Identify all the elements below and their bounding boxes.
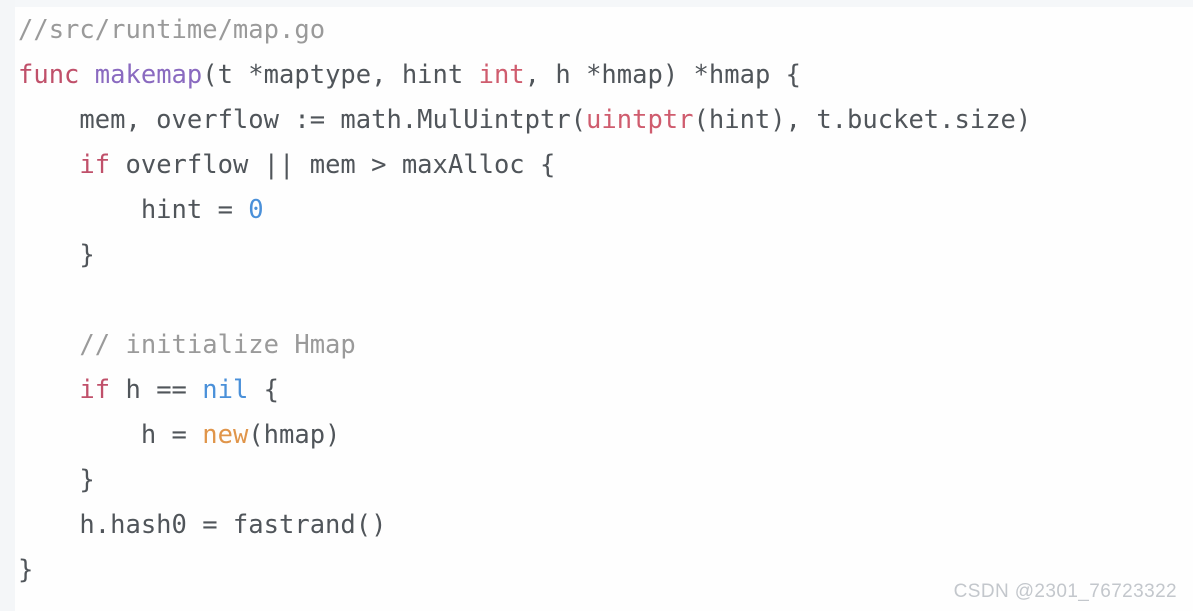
code-token-plain: , h *hmap) *hmap { bbox=[524, 60, 801, 90]
code-line: h.hash0 = fastrand() bbox=[18, 503, 1193, 548]
code-token-builtin: new bbox=[202, 420, 249, 450]
code-line: // initialize Hmap bbox=[18, 323, 1193, 368]
code-line: hint = 0 bbox=[18, 188, 1193, 233]
code-token-plain: } bbox=[18, 465, 95, 495]
code-token-plain: h.hash0 = fastrand() bbox=[18, 510, 387, 540]
code-token-plain: mem, overflow := math.MulUintptr( bbox=[18, 105, 587, 135]
code-token-type: int bbox=[478, 60, 525, 90]
code-token-function: makemap bbox=[94, 60, 203, 90]
code-line: //src/runtime/map.go bbox=[18, 8, 1193, 53]
code-line: h = new(hmap) bbox=[18, 413, 1193, 458]
code-token-keyword: func bbox=[18, 60, 80, 90]
code-token-plain: h = bbox=[18, 420, 203, 450]
code-token-plain: (t *maptype, hint bbox=[202, 60, 479, 90]
code-token-comment: //src/runtime/map.go bbox=[18, 15, 326, 45]
code-line: mem, overflow := math.MulUintptr(uintptr… bbox=[18, 98, 1193, 143]
code-token-plain: hint = bbox=[18, 195, 249, 225]
code-line: if h == nil { bbox=[18, 368, 1193, 413]
top-edge-tint bbox=[0, 0, 1193, 7]
code-token-plain: (hmap) bbox=[248, 420, 341, 450]
csdn-watermark: CSDN @2301_76723322 bbox=[953, 581, 1177, 602]
code-token-plain: overflow || mem > maxAlloc { bbox=[110, 150, 556, 180]
code-token-constant: nil bbox=[202, 375, 249, 405]
code-token-keyword: if bbox=[79, 375, 111, 405]
code-token-plain: h == bbox=[110, 375, 203, 405]
code-line: } bbox=[18, 233, 1193, 278]
code-token-number: 0 bbox=[248, 195, 264, 225]
code-token-plain: } bbox=[18, 240, 95, 270]
code-line: } bbox=[18, 458, 1193, 503]
code-token-type: uintptr bbox=[586, 105, 694, 135]
code-token-plain: } bbox=[18, 555, 34, 585]
code-token-comment: // initialize Hmap bbox=[79, 330, 356, 360]
code-snippet-screenshot: //src/runtime/map.go func makemap(t *mapt… bbox=[0, 0, 1193, 611]
code-token-keyword: if bbox=[79, 150, 111, 180]
code-token-plain: { bbox=[248, 375, 280, 405]
code-block[interactable]: //src/runtime/map.go func makemap(t *mapt… bbox=[18, 8, 1193, 611]
left-gutter-strip bbox=[0, 0, 15, 611]
code-token-plain: (hint), t.bucket.size) bbox=[693, 105, 1032, 135]
code-line: func makemap(t *maptype, hint int, h *hm… bbox=[18, 53, 1193, 98]
code-line: if overflow || mem > maxAlloc { bbox=[18, 143, 1193, 188]
